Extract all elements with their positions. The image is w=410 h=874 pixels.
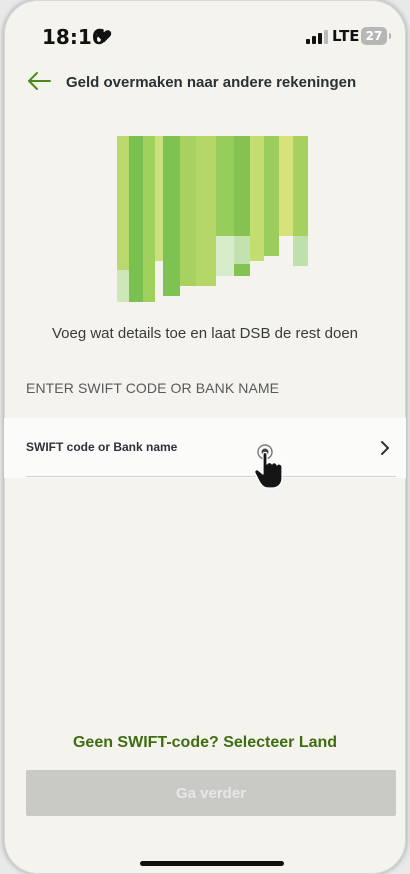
continue-button[interactable]: Ga verder [26, 770, 396, 816]
arrow-left-icon[interactable] [26, 71, 52, 91]
hand-pointer-icon [254, 444, 283, 489]
page-title: Geld overmaken naar andere rekeningen [66, 74, 357, 91]
chevron-right-icon [381, 441, 389, 455]
heart-icon [96, 30, 112, 43]
network-type: LTE [332, 27, 360, 45]
bank-illustration [117, 136, 308, 302]
battery-tip [389, 33, 391, 39]
row-divider [26, 476, 396, 477]
subtitle: Voeg wat details toe en laat DSB de rest… [51, 325, 359, 342]
home-indicator[interactable] [140, 861, 284, 866]
swift-row-label: SWIFT code or Bank name [26, 440, 178, 454]
signal-icon [306, 30, 328, 44]
select-country-link[interactable]: Geen SWIFT-code? Selecteer Land [4, 734, 406, 752]
swift-code-selector[interactable]: SWIFT code or Bank name [4, 418, 406, 478]
section-label: ENTER SWIFT CODE OR BANK NAME [26, 380, 280, 396]
header: Geld overmaken naar andere rekeningen [4, 60, 406, 104]
phone-screen: 18:16 LTE 27 Geld overmaken naar andere … [4, 0, 406, 874]
battery-icon: 27 [361, 27, 387, 45]
